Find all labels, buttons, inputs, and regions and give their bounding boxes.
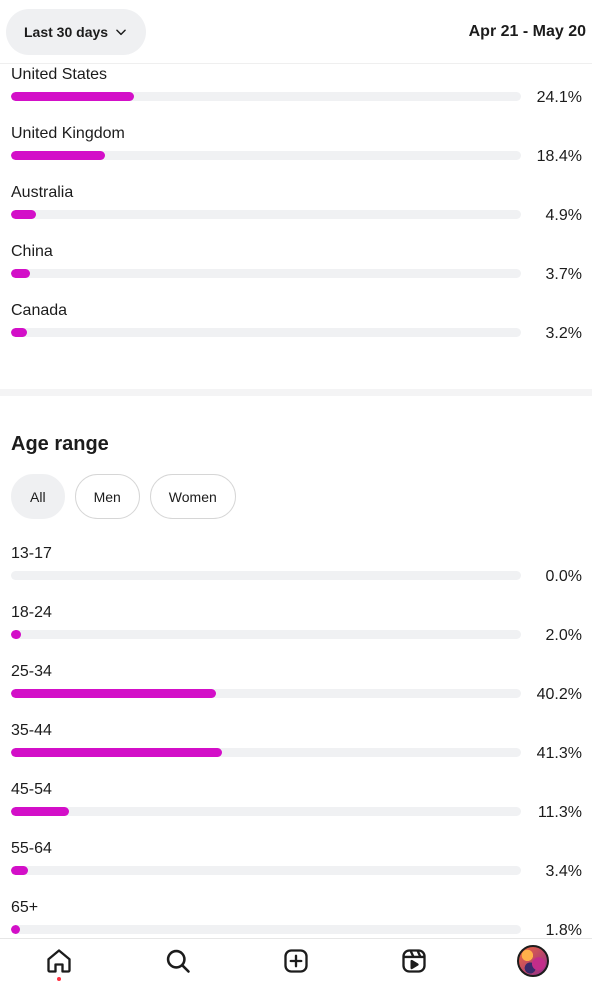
age-range-row-label: 13-17: [11, 545, 52, 562]
country-row-label: Australia: [11, 184, 74, 201]
age-range-row-label: 35-44: [11, 722, 52, 739]
country-row-percent: 24.1%: [536, 89, 582, 106]
country-row: United Kingdom 18.4%: [11, 125, 582, 173]
progress-fill: [11, 151, 105, 160]
age-range-title: Age range: [11, 433, 109, 455]
age-range-row-label: 55-64: [11, 840, 52, 857]
age-range-row-label: 18-24: [11, 604, 52, 621]
home-icon: [47, 948, 71, 973]
notification-dot: [57, 976, 62, 981]
progress-fill: [11, 748, 222, 757]
progress-track: [11, 92, 521, 101]
age-range-row-label: 45-54: [11, 781, 52, 798]
section-divider: [0, 389, 592, 396]
country-row: China 3.7%: [11, 243, 582, 291]
age-range-row: 13-17 0.0%: [11, 545, 582, 593]
age-range-row: 55-64 3.4%: [11, 840, 582, 888]
progress-fill: [11, 92, 134, 101]
nav-reels[interactable]: [394, 941, 434, 981]
chevron-down-icon: [116, 29, 126, 35]
progress-track: [11, 328, 521, 337]
progress-track: [11, 210, 521, 219]
age-range-row-percent: 3.4%: [545, 863, 582, 880]
age-range-row: 25-34 40.2%: [11, 663, 582, 711]
age-range-row-label: 25-34: [11, 663, 52, 680]
chip-all[interactable]: All: [11, 474, 65, 519]
progress-track: [11, 689, 521, 698]
country-row-percent: 18.4%: [536, 148, 582, 165]
reels-icon: [402, 948, 427, 973]
date-range-dropdown[interactable]: Last 30 days: [6, 8, 147, 55]
profile-avatar: [516, 944, 549, 977]
date-range-text: Apr 21 - May 20: [468, 22, 586, 40]
progress-track: [11, 866, 521, 875]
age-range-row-percent: 0.0%: [545, 568, 582, 585]
country-row-label: Canada: [11, 302, 68, 319]
country-row-percent: 3.2%: [545, 325, 582, 342]
nav-home[interactable]: [39, 941, 79, 981]
progress-track: [11, 269, 521, 278]
country-row-percent: 3.7%: [545, 266, 582, 283]
progress-track: [11, 807, 521, 816]
nav-create[interactable]: [276, 941, 316, 981]
progress-fill: [11, 925, 21, 934]
country-row-percent: 4.9%: [545, 207, 582, 224]
date-range-dropdown-label: Last 30 days: [24, 23, 109, 40]
age-range-row-percent: 41.3%: [536, 745, 582, 762]
age-range-row-percent: 2.0%: [545, 627, 582, 644]
create-icon: [284, 948, 308, 973]
audience-insights-page: Last 30 days Apr 21 - May 20 United Stat…: [0, 0, 592, 982]
age-range-row-percent: 40.2%: [536, 686, 582, 703]
progress-fill: [11, 866, 29, 875]
nav-profile[interactable]: [513, 941, 553, 981]
progress-fill: [11, 689, 217, 698]
age-range-row-percent: 11.3%: [537, 804, 582, 821]
country-row: United States 24.1%: [11, 66, 582, 114]
progress-track: [11, 151, 521, 160]
progress-fill: [11, 210, 36, 219]
progress-track: [11, 748, 521, 757]
top-header: Last 30 days Apr 21 - May 20: [0, 0, 592, 64]
progress-track: [11, 630, 521, 639]
bottom-navigation: [0, 938, 592, 982]
chip-men[interactable]: Men: [74, 474, 140, 519]
progress-fill: [11, 807, 69, 816]
progress-fill: [11, 269, 30, 278]
age-range-row: 45-54 11.3%: [11, 781, 582, 829]
nav-search[interactable]: [158, 941, 198, 981]
age-range-row-label: 65+: [11, 899, 39, 916]
chip-women[interactable]: Women: [149, 474, 236, 519]
country-row-label: United Kingdom: [11, 125, 125, 142]
progress-track: [11, 571, 521, 580]
country-row: Canada 3.2%: [11, 302, 582, 350]
search-icon: [166, 949, 190, 973]
age-range-row: 35-44 41.3%: [11, 722, 582, 770]
country-row: Australia 4.9%: [11, 184, 582, 232]
age-range-row: 18-24 2.0%: [11, 604, 582, 652]
gender-filter-chips: All Men Women: [11, 474, 236, 519]
country-row-label: China: [11, 243, 53, 260]
progress-fill: [11, 328, 28, 337]
country-row-label: United States: [11, 66, 108, 83]
progress-fill: [11, 630, 22, 639]
progress-track: [11, 925, 521, 934]
